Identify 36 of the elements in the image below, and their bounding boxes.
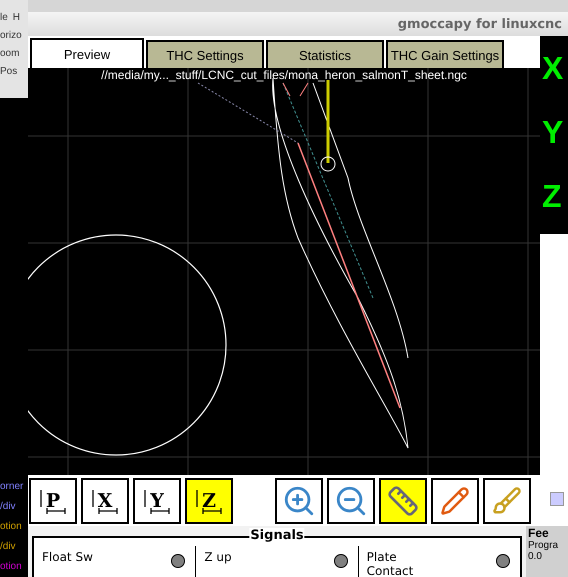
signal-label: Plate Contact: [366, 550, 414, 577]
zoom-in-button[interactable]: [275, 478, 323, 524]
tab[interactable]: THC Settings: [146, 40, 264, 68]
axis-label: X: [542, 49, 564, 88]
panel-title: Fee: [528, 526, 549, 540]
menu-item[interactable]: H: [12, 12, 20, 23]
file-path: //media/my..._stuff/LCNC_cut_files/mona_heron_salmonT_sheet.ngc: [100, 68, 468, 82]
tab[interactable]: THC Gain Settings: [386, 40, 504, 68]
zoom-out-button[interactable]: [327, 478, 375, 524]
menu-item[interactable]: orizo: [0, 30, 28, 41]
menu-item[interactable]: oom: [0, 48, 28, 59]
axis-label: Z: [542, 177, 563, 216]
view-button[interactable]: Z: [185, 478, 233, 524]
signal-label: Z up: [204, 550, 233, 564]
menu-item[interactable]: Pos: [0, 66, 28, 77]
tab[interactable]: Preview: [30, 38, 144, 68]
legend-label: /div: [0, 500, 17, 514]
measure-button[interactable]: [379, 478, 427, 524]
view-button[interactable]: X: [81, 478, 129, 524]
legend-label: otion: [0, 520, 23, 534]
tab[interactable]: Statistics: [266, 40, 384, 68]
checkbox[interactable]: [550, 492, 564, 506]
feed-label: Progra: [528, 540, 558, 551]
menu-item[interactable]: le: [0, 12, 8, 23]
legend-label: otion: [0, 560, 23, 574]
view-button[interactable]: P: [29, 478, 77, 524]
frame-title: Signals: [249, 528, 305, 543]
signal-label: Float Sw: [42, 550, 94, 564]
feed-value: 0.0: [528, 551, 542, 562]
pencil-icon: [440, 486, 470, 516]
view-button[interactable]: Y: [133, 478, 181, 524]
pencil-button[interactable]: [431, 478, 479, 524]
ruler-icon: [387, 484, 419, 516]
axis-label: Y: [542, 113, 564, 152]
legend-label: /div: [0, 540, 17, 554]
legend-label: orner: [0, 480, 24, 494]
